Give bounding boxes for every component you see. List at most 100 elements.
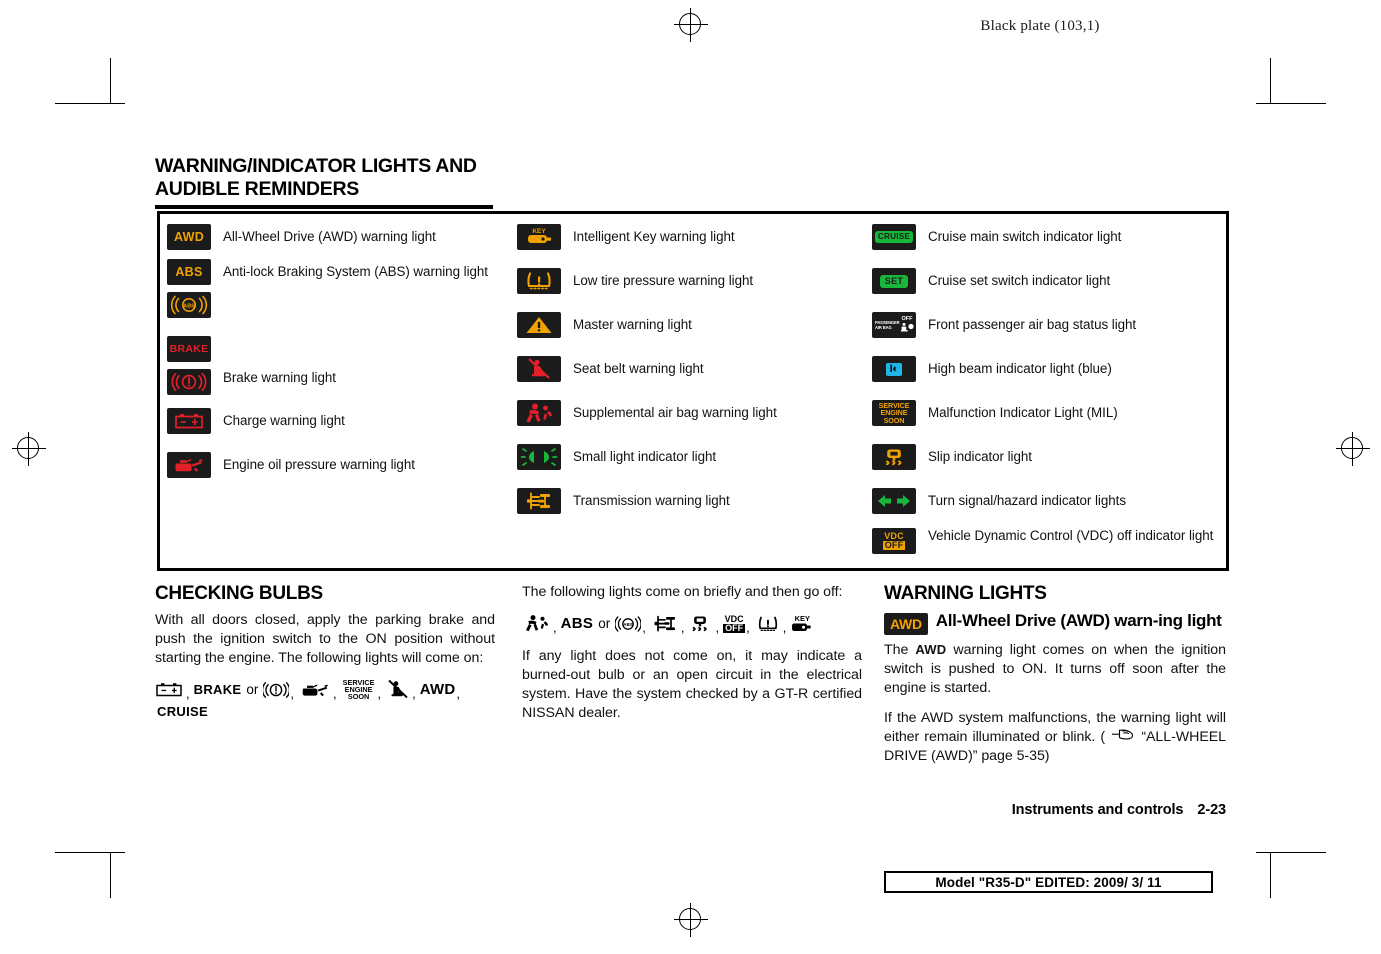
- awd-paragraph-1-lead: The: [884, 642, 909, 658]
- legend-column-3: CRUISE Cruise main switch indicator ligh…: [872, 224, 1224, 563]
- oil-can-icon: [298, 680, 332, 700]
- warning-lights-heading: WARNING LIGHTS: [884, 583, 1047, 604]
- registration-mark-top: [674, 8, 708, 42]
- checking-bulbs-section: CHECKING BULBS With all doors closed, ap…: [155, 583, 495, 731]
- abs-ring-icon: ABS: [615, 614, 642, 634]
- brief-lights-section: The following lights come on briefly and…: [522, 583, 862, 733]
- legend-row: Turn signal/hazard indicator lights: [872, 488, 1224, 514]
- icon-group: [517, 488, 563, 514]
- turn-signal-icon: [872, 488, 916, 514]
- awd-warning-subheading-text: All-Wheel Drive (AWD) warn-ing light: [935, 611, 1222, 630]
- ses-line3: SOON: [347, 692, 370, 702]
- icon-group: [517, 268, 563, 294]
- legend-label: Small light indicator light: [573, 449, 717, 464]
- legend-label: Anti-lock Braking System (ABS) warning l…: [223, 264, 488, 279]
- comma-separator: ,: [553, 619, 557, 635]
- cruise-set-icon: SET: [872, 268, 916, 294]
- battery-icon: [155, 681, 185, 699]
- awd-paragraph-2: If the AWD system malfunctions, the warn…: [884, 709, 1226, 766]
- comma-separator: ,: [782, 619, 787, 635]
- model-edited-box: Model "R35-D" EDITED: 2009/ 3/ 11: [884, 871, 1213, 893]
- indicator-legend-table: AWD All-Wheel Drive (AWD) warning light …: [157, 211, 1229, 571]
- awd-icon: AWD: [167, 224, 211, 250]
- crop-mark-bottom-right: [1256, 852, 1326, 853]
- icon-group: [517, 312, 563, 338]
- key-label: KEY: [794, 613, 811, 623]
- brake-circle-icon: [167, 369, 211, 395]
- legend-row: Small light indicator light: [517, 444, 870, 470]
- page-footer: Instruments and controls 2-23: [884, 802, 1226, 818]
- service-engine-soon-icon: SERVICE ENGINE SOON: [341, 678, 377, 702]
- master-warning-icon: [517, 312, 561, 338]
- pointing-hand-icon: [1110, 728, 1136, 747]
- comma-separator: ,: [333, 685, 337, 701]
- legend-row: SERVICE ENGINE SOON Malfunction Indicator …: [872, 400, 1224, 426]
- legend-row: Charge warning light: [167, 408, 519, 434]
- legend-label: Intelligent Key warning light: [573, 229, 735, 244]
- legend-row: I◐ High beam indicator light (blue): [872, 356, 1224, 382]
- legend-column-2: KEY Intelligent Key warning light Low ti…: [517, 224, 870, 523]
- icon-group: SET: [872, 268, 918, 294]
- crop-mark-top-left: [55, 103, 125, 104]
- legend-row: BRAKE Brake warning light: [167, 336, 519, 395]
- icon-group: ABS ABS: [167, 259, 213, 318]
- registration-mark-right: [1336, 432, 1370, 466]
- comma-separator: ,: [456, 685, 461, 701]
- comma-separator: ,: [642, 619, 646, 635]
- small-light-icon: [517, 444, 561, 470]
- low-tire-pressure-icon: [754, 614, 782, 634]
- abs-text-icon: ABS: [560, 615, 594, 633]
- legend-row: Transmission warning light: [517, 488, 870, 514]
- icon-group: VDC OFF: [872, 528, 918, 554]
- crop-mark-right-bottom: [1270, 852, 1271, 898]
- cruise-main-icon: CRUISE: [872, 224, 916, 250]
- icon-group: [167, 408, 213, 434]
- checking-bulbs-icon-strip: , BRAKE or , , SERVICE ENGINE SOON , , A…: [155, 678, 495, 719]
- service-engine-soon-icon: SERVICE ENGINE SOON: [872, 400, 916, 426]
- comma-separator: ,: [412, 685, 416, 701]
- title-underline: [155, 205, 493, 209]
- legend-label: Front passenger air bag status light: [928, 317, 1137, 332]
- awd-icon: AWD: [884, 613, 928, 635]
- vdc-line2: OFF: [723, 622, 746, 633]
- legend-label: Master warning light: [573, 317, 692, 332]
- crop-mark-left-top: [110, 58, 111, 104]
- legend-label: Low tire pressure warning light: [573, 273, 754, 288]
- seat-belt-icon: [385, 679, 411, 701]
- page-title-line1: WARNING/INDICATOR LIGHTS AND: [155, 155, 477, 177]
- comma-separator: ,: [746, 619, 750, 635]
- awd-warning-subheading: AWD All-Wheel Drive (AWD) warn-ing light: [884, 611, 1226, 635]
- abs-text-icon: ABS: [167, 259, 211, 285]
- awd-text-icon: AWD: [419, 681, 456, 699]
- or-word: or: [246, 682, 259, 698]
- icon-group: [167, 452, 213, 478]
- icon-group: BRAKE: [167, 336, 213, 395]
- brief-lights-icon-strip: , ABS or ABS , , , VDC OFF , , KEY: [522, 613, 862, 635]
- icon-group: PASSENGER AIR BAG OFF: [872, 312, 918, 338]
- supplemental-air-bag-icon: [522, 613, 552, 635]
- svg-text:KEY: KEY: [532, 228, 546, 235]
- cruise-text-icon: CRUISE: [157, 703, 208, 719]
- crop-mark-right-top: [1270, 58, 1271, 104]
- registration-mark-left: [12, 432, 46, 466]
- svg-text:ABS: ABS: [183, 304, 195, 310]
- legend-row: Low tire pressure warning light: [517, 268, 870, 294]
- legend-row: Master warning light: [517, 312, 870, 338]
- black-plate-label: Black plate (103,1): [980, 18, 1100, 34]
- legend-label: All-Wheel Drive (AWD) warning light: [223, 229, 436, 244]
- vdc-off-icon: VDC OFF: [723, 614, 746, 633]
- supplemental-air-bag-icon: [517, 400, 561, 426]
- svg-text:ABS: ABS: [623, 622, 633, 627]
- icon-group: SERVICE ENGINE SOON: [872, 400, 918, 426]
- brake-text-icon: BRAKE: [193, 682, 242, 698]
- registration-mark-bottom: [674, 903, 708, 937]
- slip-indicator-icon: [872, 444, 916, 470]
- transmission-icon: [517, 488, 561, 514]
- legend-label: Malfunction Indicator Light (MIL): [928, 405, 1118, 420]
- awd-inline-icon: AWD: [915, 642, 947, 657]
- legend-label: Transmission warning light: [573, 493, 730, 508]
- icon-group: [872, 444, 918, 470]
- legend-column-1: AWD All-Wheel Drive (AWD) warning light …: [167, 224, 519, 487]
- intelligent-key-icon: KEY: [517, 224, 561, 250]
- slip-indicator-icon: [688, 614, 714, 634]
